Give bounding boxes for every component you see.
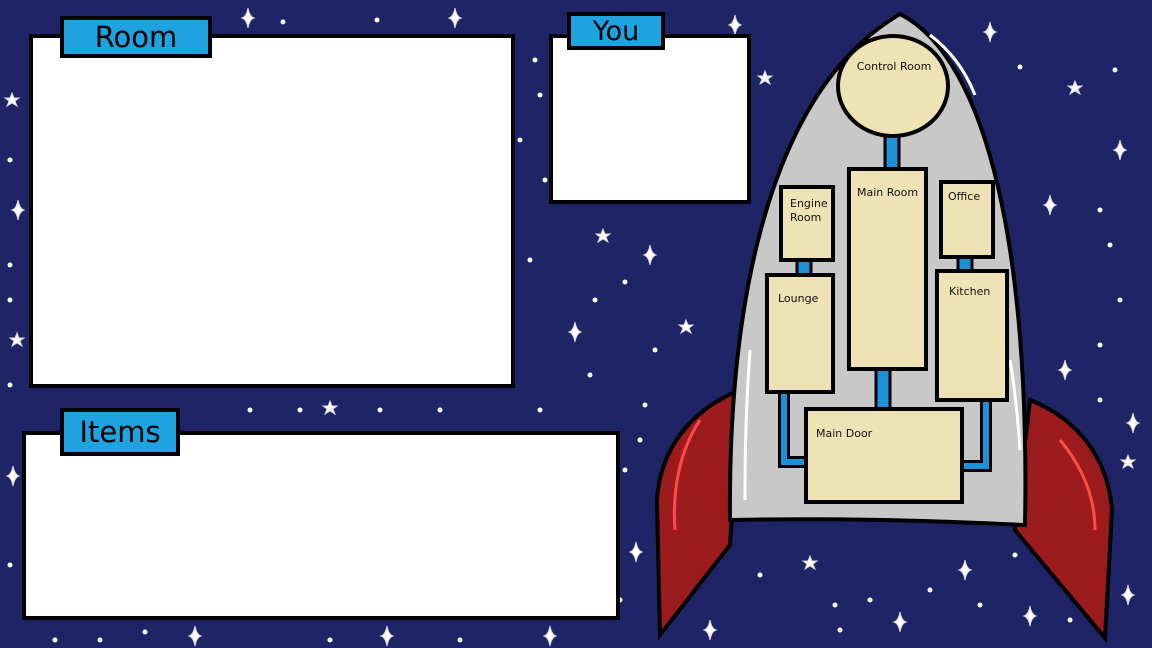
star-dot	[1097, 342, 1103, 348]
room-kitchen[interactable]: Kitchen	[935, 269, 1009, 402]
star-dot	[527, 257, 533, 263]
star-dot	[587, 372, 593, 378]
items-panel	[22, 431, 620, 620]
star-dot	[374, 17, 380, 23]
star-dot	[1012, 552, 1018, 558]
star-dot	[867, 597, 873, 603]
room-label-office: Office	[948, 190, 980, 203]
star-dot	[637, 437, 643, 443]
star-dot	[7, 157, 13, 163]
star-dot	[537, 407, 543, 413]
star-dot	[7, 562, 13, 568]
star-dot	[757, 572, 763, 578]
star-dot	[977, 602, 983, 608]
star-dot	[142, 629, 148, 635]
star-dot	[437, 407, 443, 413]
star-dot	[280, 19, 286, 25]
room-engine-room[interactable]: Engine Room	[779, 185, 835, 262]
you-panel	[549, 34, 751, 204]
star-dot	[457, 637, 463, 643]
star-dot	[247, 407, 253, 413]
star-dot	[642, 402, 648, 408]
room-main-room[interactable]: Main Room	[847, 167, 928, 371]
star-dot	[1107, 242, 1113, 248]
star-dot	[592, 297, 598, 303]
star-dot	[652, 347, 658, 353]
room-label-control-room: Control Room	[857, 60, 932, 73]
star-dot	[327, 637, 333, 643]
star-dot	[837, 627, 843, 633]
room-lounge[interactable]: Lounge	[765, 273, 835, 394]
star-dot	[1112, 67, 1118, 73]
star-dot	[297, 407, 303, 413]
room-control-room[interactable]: Control Room	[836, 34, 950, 138]
star-dot	[1097, 397, 1103, 403]
star-dot	[622, 467, 628, 473]
star-dot	[377, 407, 383, 413]
room-label-kitchen: Kitchen	[949, 285, 990, 298]
star-dot	[517, 137, 523, 143]
star-dot	[1097, 207, 1103, 213]
star-dot	[1067, 617, 1073, 623]
room-panel	[29, 34, 515, 388]
star-dot	[1117, 297, 1123, 303]
room-office[interactable]: Office	[939, 180, 995, 259]
star-dot	[537, 92, 543, 98]
room-main-door[interactable]: Main Door	[804, 407, 964, 504]
star-dot	[7, 297, 13, 303]
star-dot	[7, 382, 13, 388]
star-dot	[7, 262, 13, 268]
star-dot	[1017, 64, 1023, 70]
star-dot	[542, 177, 548, 183]
room-label-main-room: Main Room	[857, 186, 918, 199]
room-panel-title: Room	[60, 16, 212, 58]
room-label-main-door: Main Door	[816, 427, 873, 440]
star-dot	[532, 57, 538, 63]
star-dot	[97, 637, 103, 643]
items-panel-title: Items	[60, 408, 180, 456]
star-dot	[622, 279, 628, 285]
room-label-lounge: Lounge	[778, 292, 819, 305]
star-dot	[927, 587, 933, 593]
star-dot	[832, 602, 838, 608]
star-dot	[52, 637, 58, 643]
you-panel-title: You	[567, 12, 665, 50]
